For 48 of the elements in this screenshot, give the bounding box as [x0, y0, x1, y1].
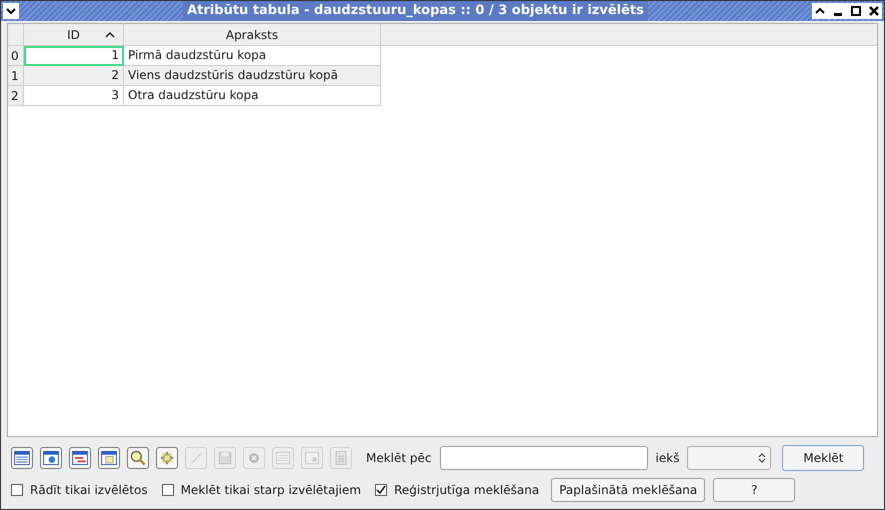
minimize-icon	[834, 12, 842, 16]
close-icon	[869, 6, 879, 16]
checkbox-label: Rādīt tikai izvēlētos	[30, 482, 148, 499]
table-arrows-icon	[71, 449, 89, 467]
table-icon	[13, 449, 31, 467]
floppy-icon	[216, 449, 234, 467]
table-copy-icon	[100, 449, 118, 467]
search-label: Meklēt pēc	[366, 450, 432, 467]
toolbar-button[interactable]	[40, 447, 62, 469]
row-header[interactable]: 0	[8, 46, 24, 66]
table-cell: Viens daudzstūris daudzstūru kopā	[124, 66, 381, 86]
row-header[interactable]: 1	[8, 66, 24, 86]
checkbox[interactable]	[162, 484, 174, 496]
search-in-label: iekš	[656, 450, 680, 467]
checkbox-label: Meklēt tikai starp izvēlētajiem	[180, 482, 362, 499]
table-cell: 1	[24, 46, 124, 66]
row-header[interactable]: 2	[8, 86, 24, 106]
advanced-search-button[interactable]: Paplašinātā meklēšana	[551, 478, 706, 502]
help-button[interactable]: ?	[713, 478, 796, 502]
magnifier-icon	[129, 449, 147, 467]
search-field[interactable]	[440, 446, 648, 470]
toolbar-button[interactable]	[156, 447, 178, 469]
check-icon	[376, 485, 386, 495]
up-down-arrows-icon	[758, 452, 766, 464]
table-cell: Pirmā daudzstūru kopa	[124, 46, 381, 66]
maximize-icon	[851, 6, 861, 16]
maximize-button[interactable]	[848, 3, 864, 19]
table-remove-icon	[303, 449, 321, 467]
checkbox[interactable]	[375, 484, 388, 496]
window-menu-button[interactable]	[3, 3, 19, 19]
toolbar-button[interactable]	[98, 447, 120, 469]
move-arrows-icon	[158, 449, 176, 467]
table-cell: 2	[24, 66, 124, 86]
table-zoom-icon	[42, 449, 60, 467]
window-title: Atribūtu tabula - daudzstuuru_kopas :: 0 / 3 objektu ir izvēlēts	[183, 1, 648, 21]
chevron-down-icon	[6, 7, 16, 15]
toolbar-button[interactable]	[127, 447, 149, 469]
chevron-up-icon	[815, 7, 825, 15]
table-cell: 3	[24, 86, 124, 106]
toolbar-button[interactable]	[69, 447, 91, 469]
table-cell: Otra daudzstūru kopa	[124, 86, 381, 106]
checkbox-label: Reģistrjutīga meklēšana	[394, 482, 540, 499]
table-add-icon	[274, 449, 292, 467]
checkbox[interactable]	[11, 484, 23, 496]
search-button[interactable]: Meklēt	[782, 445, 864, 471]
sort-caret-icon	[105, 30, 115, 38]
toolbar-button[interactable]	[11, 447, 33, 469]
field-dropdown[interactable]	[687, 446, 772, 470]
